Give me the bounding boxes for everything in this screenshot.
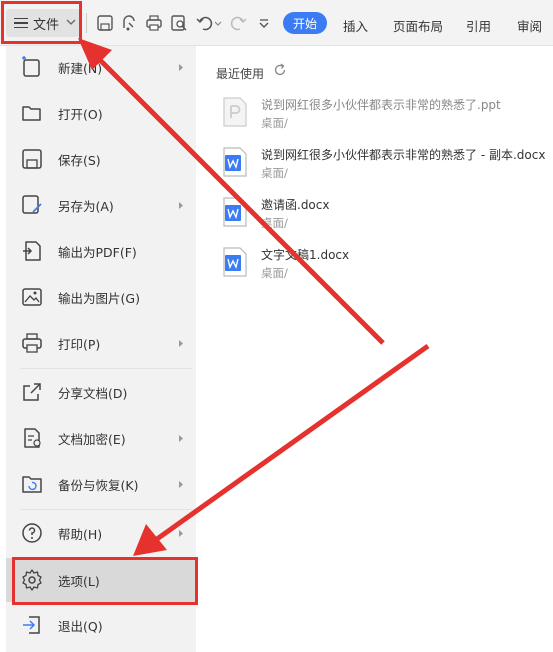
printer-icon (22, 333, 42, 353)
undo-dropdown-icon[interactable] (213, 13, 223, 33)
menu-item-encrypt[interactable]: 文档加密(E) (6, 417, 196, 459)
file-path: 桌面/ (261, 116, 288, 130)
file-name: 说到网红很多小伙伴都表示非常的熟悉了 - 副本.docx (261, 148, 546, 162)
file-name: 说到网红很多小伙伴都表示非常的熟悉了.ppt (261, 98, 501, 112)
word-file-icon (223, 247, 247, 277)
folder-icon (22, 106, 41, 121)
file-path: 桌面/ (261, 216, 288, 230)
print-preview-icon[interactable] (169, 13, 189, 33)
share-icon (23, 383, 41, 401)
file-name: 文字文稿1.docx (261, 248, 350, 262)
pdf-icon (23, 241, 41, 261)
recent-file-item[interactable]: 说到网红很多小伙伴都表示非常的熟悉了 - 副本.docx 桌面/ (216, 144, 546, 186)
tab-start[interactable]: 开始 (283, 12, 327, 34)
more-options-icon[interactable] (254, 13, 274, 33)
word-file-icon (223, 147, 247, 177)
recent-file-item[interactable]: 说到网红很多小伙伴都表示非常的熟悉了.ppt 桌面/ (216, 94, 546, 136)
ppt-file-icon (223, 97, 247, 127)
menu-item-label: 另存为(A) (58, 198, 114, 214)
menu-divider (20, 509, 192, 510)
redo-icon[interactable] (228, 13, 248, 33)
menu-item-save-as[interactable]: 另存为(A) (6, 184, 196, 226)
menu-item-export-pdf[interactable]: 输出为PDF(F) (6, 230, 196, 272)
chevron-right-icon (179, 201, 183, 209)
menu-item-label: 输出为图片(G) (58, 290, 140, 306)
menu-item-print[interactable]: 打印(P) (6, 322, 196, 364)
highlight-box-file-menu (1, 1, 82, 44)
menu-item-help[interactable]: 帮助(H) (6, 512, 196, 554)
recent-title: 最近使用 (216, 67, 265, 81)
menu-item-label: 分享文档(D) (58, 385, 128, 401)
menu-item-share[interactable]: 分享文档(D) (6, 371, 196, 413)
chevron-right-icon (179, 529, 183, 537)
file-path: 桌面/ (261, 166, 288, 180)
menu-item-label: 文档加密(E) (58, 431, 126, 447)
save-as-icon (22, 195, 42, 214)
menu-item-backup[interactable]: 备份与恢复(K) (6, 463, 196, 505)
undo-icon[interactable] (195, 13, 215, 33)
file-path: 桌面/ (261, 266, 288, 280)
menu-item-label: 输出为PDF(F) (58, 244, 137, 260)
chevron-right-icon (179, 339, 183, 347)
tab-references[interactable]: 引用 (466, 16, 491, 35)
menu-item-label: 退出(Q) (58, 618, 103, 634)
help-icon (22, 523, 42, 543)
menu-item-label: 打印(P) (58, 336, 101, 352)
menu-item-exit[interactable]: 退出(Q) (6, 604, 196, 646)
menu-item-label: 帮助(H) (58, 526, 103, 542)
toolbar-divider (86, 13, 87, 33)
toolbar: 文件 开始 插入 页面布局 引用 审阅 (0, 0, 553, 46)
menu-item-new[interactable]: 新建(N) (6, 46, 196, 88)
menu-item-open[interactable]: 打开(O) (6, 92, 196, 134)
exit-icon (23, 616, 40, 634)
menu-item-label: 保存(S) (58, 152, 101, 168)
highlight-box-options (12, 557, 198, 605)
new-doc-icon (22, 56, 40, 77)
image-icon (22, 288, 42, 306)
save-icon[interactable] (95, 13, 115, 33)
word-file-icon (223, 197, 247, 227)
chevron-right-icon (179, 434, 183, 442)
menu-item-export-image[interactable]: 输出为图片(G) (6, 276, 196, 318)
chevron-right-icon (179, 63, 183, 71)
refresh-icon[interactable] (273, 63, 287, 77)
menu-item-save[interactable]: 保存(S) (6, 138, 196, 180)
recent-file-item[interactable]: 文字文稿1.docx 桌面/ (216, 244, 546, 286)
tab-review[interactable]: 审阅 (517, 16, 542, 35)
menu-divider (20, 368, 192, 369)
recent-file-item[interactable]: 邀请函.docx 桌面/ (216, 194, 546, 236)
tab-page-layout[interactable]: 页面布局 (393, 16, 443, 35)
tab-insert[interactable]: 插入 (343, 16, 368, 35)
encrypt-icon (24, 428, 41, 448)
chevron-right-icon (179, 480, 183, 488)
file-name: 邀请函.docx (261, 198, 330, 212)
save-icon (22, 149, 42, 169)
backup-icon (22, 476, 42, 493)
menu-item-label: 打开(O) (58, 106, 103, 122)
menu-item-label: 新建(N) (58, 60, 103, 76)
printer-icon[interactable] (144, 13, 164, 33)
cloud-sync-icon[interactable] (119, 13, 139, 33)
menu-item-label: 备份与恢复(K) (58, 477, 139, 493)
recent-files-panel: 最近使用 说到网红很多小伙伴都表示非常的熟悉了.ppt 桌面/ 说到网红很多小伙… (196, 46, 553, 652)
